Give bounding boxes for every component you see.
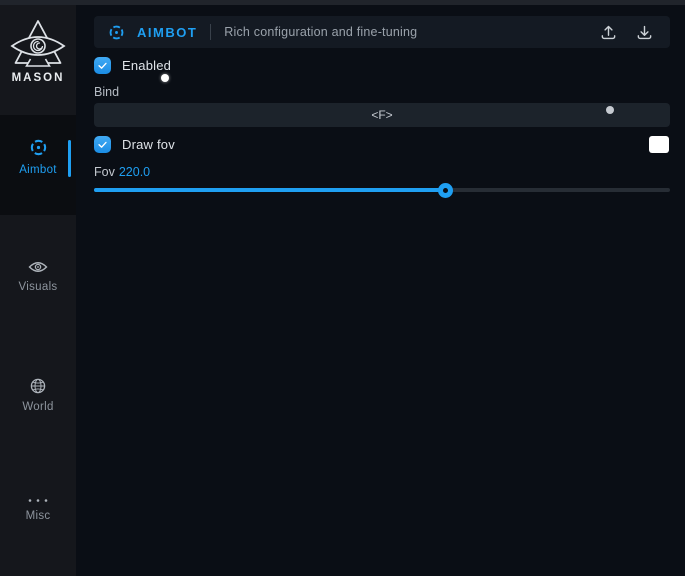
fov-label-row: Fov 220.0 (94, 165, 150, 179)
fov-color-picker[interactable] (649, 136, 669, 153)
brand-name: MASON (12, 72, 65, 84)
enabled-checkbox[interactable] (94, 57, 111, 74)
slider-handle[interactable] (438, 183, 453, 198)
enabled-row: Enabled (94, 57, 171, 74)
sidebar-item-aimbot[interactable]: Aimbot (0, 138, 76, 176)
secondary-cursor-dot (606, 106, 614, 114)
section-title: AIMBOT (137, 25, 197, 40)
bind-value: <F> (371, 108, 392, 122)
section-subtitle: Rich configuration and fine-tuning (224, 25, 417, 39)
sidebar-item-visuals[interactable]: Visuals (0, 260, 76, 293)
fov-slider[interactable] (94, 182, 670, 198)
download-config-button[interactable] (632, 20, 656, 44)
ellipsis-icon (27, 498, 49, 503)
upload-config-button[interactable] (596, 20, 620, 44)
download-icon (636, 24, 653, 40)
sidebar-item-misc[interactable]: Misc (0, 498, 76, 522)
mason-eye-pyramid-icon (10, 19, 66, 69)
draw-fov-checkbox[interactable] (94, 136, 111, 153)
crosshair-icon (108, 24, 125, 41)
sidebar-item-label: Visuals (19, 281, 58, 293)
draw-fov-label: Draw fov (122, 137, 175, 152)
crosshair-icon (29, 138, 48, 157)
sidebar: MASON Aimbot Visuals (0, 5, 76, 576)
enabled-label: Enabled (122, 58, 171, 73)
fov-value: 220.0 (119, 165, 150, 179)
sidebar-item-label: Misc (26, 510, 51, 522)
check-icon (96, 138, 109, 151)
sidebar-item-label: Aimbot (19, 164, 57, 176)
slider-fill (94, 188, 446, 192)
globe-icon (30, 378, 46, 394)
main-panel: AIMBOT Rich configuration and fine-tunin… (76, 0, 685, 576)
divider (210, 24, 211, 40)
sidebar-item-label: World (22, 401, 53, 413)
fov-label: Fov (94, 165, 115, 179)
bind-input[interactable]: <F> (94, 103, 670, 127)
upload-icon (600, 24, 617, 40)
sidebar-item-world[interactable]: World (0, 378, 76, 413)
mouse-cursor-dot (161, 74, 169, 82)
eye-icon (28, 260, 48, 274)
bind-label: Bind (94, 85, 119, 99)
draw-fov-row: Draw fov (94, 136, 175, 153)
section-header: AIMBOT Rich configuration and fine-tunin… (94, 16, 670, 48)
check-icon (96, 59, 109, 72)
brand-logo: MASON (0, 19, 76, 84)
